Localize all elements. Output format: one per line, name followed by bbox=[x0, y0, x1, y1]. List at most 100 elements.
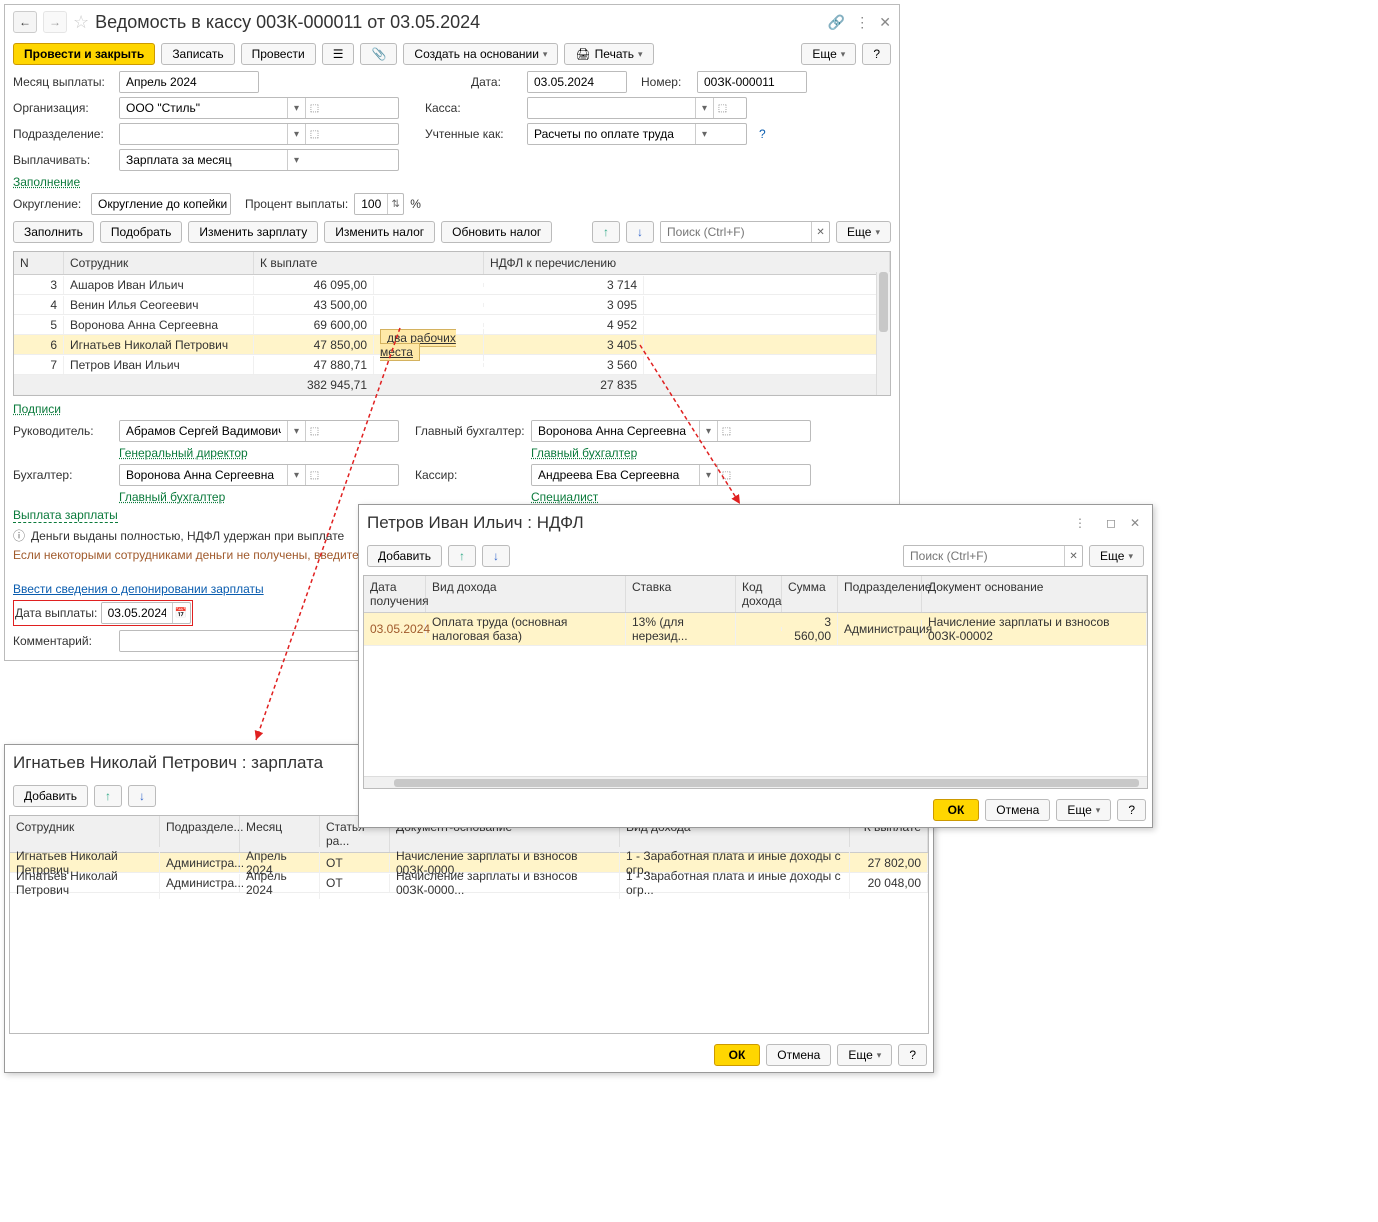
more-button[interactable]: Еще bbox=[801, 43, 856, 65]
forward-button[interactable]: → bbox=[43, 11, 67, 33]
ndfl-max-icon[interactable]: ◻ bbox=[1106, 516, 1116, 530]
back-button[interactable]: ← bbox=[13, 11, 37, 33]
table-row[interactable]: 6 Игнатьев Николай Петрович 47 850,00 дв… bbox=[14, 335, 890, 355]
salary-up-icon[interactable]: ↑ bbox=[94, 785, 122, 807]
comment-label: Комментарий: bbox=[13, 634, 113, 648]
move-down-icon[interactable]: ↓ bbox=[626, 221, 654, 243]
col-emp[interactable]: Сотрудник bbox=[64, 252, 254, 274]
menu-icon[interactable]: ⋮ bbox=[855, 14, 869, 31]
edit-salary-button[interactable]: Изменить зарплату bbox=[188, 221, 318, 243]
accounted-label: Учтенные как: bbox=[425, 127, 521, 141]
edit-tax-button[interactable]: Изменить налог bbox=[324, 221, 435, 243]
col-n-doc[interactable]: Документ основание bbox=[922, 576, 1147, 612]
cashier-field[interactable]: ▾⬚ bbox=[531, 464, 811, 486]
ndfl-close-icon[interactable]: ✕ bbox=[1130, 516, 1140, 530]
head-field[interactable]: ▾⬚ bbox=[119, 420, 399, 442]
cashier-role[interactable]: Специалист bbox=[531, 490, 598, 504]
ndfl-add-button[interactable]: Добавить bbox=[367, 545, 442, 567]
attach-icon[interactable]: 📎 bbox=[360, 43, 397, 65]
ndfl-hscroll[interactable] bbox=[364, 776, 1147, 788]
col-pay[interactable]: К выплате bbox=[254, 252, 484, 274]
table-more-button[interactable]: Еще bbox=[836, 221, 891, 243]
cash-field[interactable]: ▾⬚ bbox=[527, 97, 747, 119]
col-n-rate[interactable]: Ставка bbox=[626, 576, 736, 612]
pick-button[interactable]: Подобрать bbox=[100, 221, 182, 243]
tag-link[interactable]: два рабочих места bbox=[380, 329, 456, 361]
col-n-income[interactable]: Вид дохода bbox=[426, 576, 626, 612]
col-n-sum[interactable]: Сумма bbox=[782, 576, 838, 612]
table-row[interactable]: 4 Венин Илья Сеогеевич 43 500,00 3 095 bbox=[14, 295, 890, 315]
save-button[interactable]: Записать bbox=[161, 43, 234, 65]
acc-field[interactable]: ▾⬚ bbox=[119, 464, 399, 486]
signs-link[interactable]: Подписи bbox=[13, 402, 61, 416]
round-field[interactable]: ▾ bbox=[91, 193, 231, 215]
close-icon[interactable]: ✕ bbox=[879, 14, 891, 31]
ndfl-more2-button[interactable]: Еще bbox=[1056, 799, 1111, 821]
table-row[interactable]: 3 Ашаров Иван Ильич 46 095,00 3 714 bbox=[14, 275, 890, 295]
search-field[interactable]: ✕ bbox=[660, 221, 830, 243]
percent-sign: % bbox=[410, 197, 421, 211]
table-scrollbar[interactable] bbox=[876, 272, 890, 395]
employee-table: N Сотрудник К выплате НДФЛ к перечислени… bbox=[13, 251, 891, 396]
org-label: Организация: bbox=[13, 101, 113, 115]
list-icon[interactable]: ☰ bbox=[322, 43, 355, 65]
acc-role[interactable]: Главный бухгалтер bbox=[119, 490, 399, 504]
ndfl-ok-button[interactable]: ОК bbox=[933, 799, 980, 821]
number-field[interactable] bbox=[697, 71, 807, 93]
comment-field[interactable] bbox=[119, 630, 359, 652]
cash-label: Касса: bbox=[425, 101, 475, 115]
ndfl-down-icon[interactable]: ↓ bbox=[482, 545, 510, 567]
dept-label: Подразделение: bbox=[13, 127, 113, 141]
month-field[interactable]: ⋮◂▸ bbox=[119, 71, 259, 93]
ndfl-up-icon[interactable]: ↑ bbox=[448, 545, 476, 567]
col-n[interactable]: N bbox=[14, 252, 64, 274]
org-field[interactable]: ▾⬚ bbox=[119, 97, 399, 119]
ndfl-search-field[interactable]: ✕ bbox=[903, 545, 1083, 567]
accounted-field[interactable]: ▾ bbox=[527, 123, 747, 145]
pay-date-field[interactable]: 📅 bbox=[101, 602, 191, 624]
depo-link[interactable]: Ввести сведения о депонировании зарплаты bbox=[13, 582, 264, 596]
salary-help-button[interactable]: ? bbox=[898, 1044, 927, 1066]
move-up-icon[interactable]: ↑ bbox=[592, 221, 620, 243]
col-s-dept[interactable]: Подразделе... bbox=[160, 816, 240, 852]
col-n-date[interactable]: Дата получения bbox=[364, 576, 426, 612]
date-field[interactable]: 📅 bbox=[527, 71, 627, 93]
salary-cancel-button[interactable]: Отмена bbox=[766, 1044, 831, 1066]
chief-role[interactable]: Главный бухгалтер bbox=[531, 446, 637, 460]
link-icon[interactable]: 🔗 bbox=[828, 14, 845, 31]
fill-button[interactable]: Заполнить bbox=[13, 221, 94, 243]
chief-label: Главный бухгалтер: bbox=[415, 424, 525, 438]
filling-link[interactable]: Заполнение bbox=[13, 175, 80, 189]
pay-salary-link[interactable]: Выплата зарплаты bbox=[13, 508, 118, 523]
month-label: Месяц выплаты: bbox=[13, 75, 113, 89]
help-question-icon[interactable]: ? bbox=[759, 127, 766, 141]
ndfl-row[interactable]: 03.05.2024 Оплата труда (основная налого… bbox=[364, 613, 1147, 646]
salary-row[interactable]: Игнатьев Николай Петрович Администра... … bbox=[10, 873, 928, 893]
ndfl-menu-icon[interactable]: ⋮ bbox=[1074, 516, 1086, 530]
post-close-button[interactable]: Провести и закрыть bbox=[13, 43, 155, 65]
chief-field[interactable]: ▾⬚ bbox=[531, 420, 811, 442]
salary-more-button[interactable]: Еще bbox=[837, 1044, 892, 1066]
help-button[interactable]: ? bbox=[862, 43, 891, 65]
col-n-dept[interactable]: Подразделение bbox=[838, 576, 922, 612]
col-n-code[interactable]: Код дохода bbox=[736, 576, 782, 612]
ndfl-more-button[interactable]: Еще bbox=[1089, 545, 1144, 567]
ndfl-popup-title: Петров Иван Ильич : НДФЛ bbox=[367, 513, 1064, 533]
post-button[interactable]: Провести bbox=[241, 43, 316, 65]
print-button[interactable]: 🖨 Печать bbox=[564, 43, 653, 65]
create-basis-button[interactable]: Создать на основании bbox=[403, 43, 558, 65]
head-role[interactable]: Генеральный директор bbox=[119, 446, 399, 460]
ndfl-help-button[interactable]: ? bbox=[1117, 799, 1146, 821]
total-ndfl: 27 835 bbox=[484, 376, 644, 394]
star-icon[interactable]: ☆ bbox=[73, 12, 89, 33]
pay-date-highlight: Дата выплаты: 📅 bbox=[13, 600, 193, 626]
salary-ok-button[interactable]: ОК bbox=[714, 1044, 761, 1066]
salary-down-icon[interactable]: ↓ bbox=[128, 785, 156, 807]
salary-add-button[interactable]: Добавить bbox=[13, 785, 88, 807]
ndfl-cancel-button[interactable]: Отмена bbox=[985, 799, 1050, 821]
col-ndfl[interactable]: НДФЛ к перечислению bbox=[484, 252, 890, 274]
dept-field[interactable]: ▾⬚ bbox=[119, 123, 399, 145]
pay-field[interactable]: ▾ bbox=[119, 149, 399, 171]
percent-field[interactable]: ⇅ bbox=[354, 193, 404, 215]
update-tax-button[interactable]: Обновить налог bbox=[441, 221, 552, 243]
